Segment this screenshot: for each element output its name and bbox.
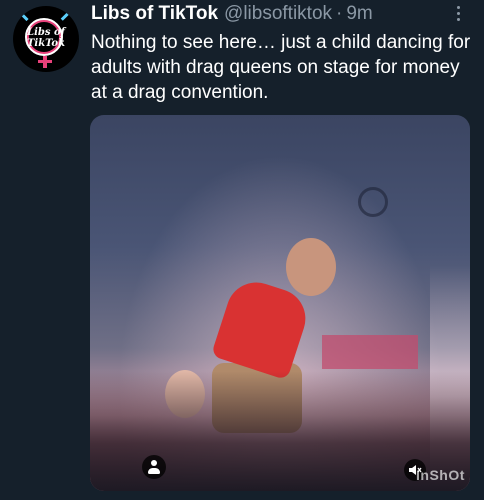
more-dot <box>456 6 460 9</box>
logo-venus-cross <box>38 60 52 63</box>
tweet-timestamp[interactable]: 9m <box>346 3 372 25</box>
user-icon-shoulders <box>148 468 160 474</box>
video-watermark: InShOt <box>416 467 465 483</box>
separator: · <box>336 3 343 24</box>
tweet-header: Libs of TikTok @libsoftiktok · 9m <box>91 2 373 26</box>
tweet-video[interactable]: InShOt <box>90 115 470 491</box>
more-horizontal-icon[interactable] <box>450 4 466 24</box>
more-dot <box>456 18 460 21</box>
video-background-sign <box>322 335 418 369</box>
author-name[interactable]: Libs of TikTok <box>91 3 218 25</box>
logo-arrow-left <box>19 11 29 22</box>
logo-text-line1: Libs of <box>27 27 65 38</box>
logo-arrow-right <box>60 10 72 21</box>
author-handle[interactable]: @libsoftiktok <box>224 3 332 25</box>
tagged-user-icon[interactable] <box>142 455 166 479</box>
avatar-logo-text: Libs of TikTok <box>13 27 79 49</box>
video-background-ring <box>358 187 388 217</box>
video-child-head <box>286 238 336 296</box>
avatar[interactable]: Libs of TikTok <box>13 6 79 72</box>
tweet-text: Nothing to see here… just a child dancin… <box>91 32 471 103</box>
user-icon-head <box>151 460 157 466</box>
more-dot <box>456 12 460 15</box>
tweet[interactable]: Libs of TikTok Libs of TikTok @libsoftik… <box>0 0 484 500</box>
logo-text-line2: TikTok <box>26 38 66 49</box>
